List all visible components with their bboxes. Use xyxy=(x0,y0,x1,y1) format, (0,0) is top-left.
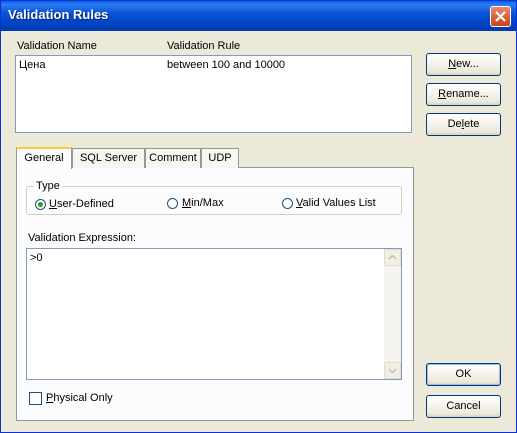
cancel-button[interactable]: Cancel xyxy=(426,395,501,418)
chevron-down-icon xyxy=(388,368,397,374)
scroll-up-button[interactable] xyxy=(384,249,401,266)
rename-button-label-rest: ename... xyxy=(446,88,489,100)
close-button[interactable] xyxy=(490,6,511,27)
physical-only-text-rest: hysical Only xyxy=(53,392,113,404)
validation-rules-dialog: Validation Rules Validation Name Validat… xyxy=(0,0,517,433)
rename-button-mnemonic: R xyxy=(438,88,447,100)
radio-valid-values-text-rest: alid Values List xyxy=(302,197,376,209)
physical-only-label[interactable]: Physical Only xyxy=(46,392,113,404)
radio-min-max-label[interactable]: Min/Max xyxy=(182,197,224,209)
ok-button[interactable]: OK xyxy=(426,363,501,386)
column-header-validation-name: Validation Name xyxy=(17,40,97,52)
radio-user-defined-circle[interactable] xyxy=(35,199,46,210)
chevron-up-icon xyxy=(388,254,397,260)
delete-button[interactable]: Delete xyxy=(426,113,501,136)
radio-selected-dot xyxy=(38,202,43,207)
tab-comment[interactable]: Comment xyxy=(145,148,201,168)
list-item[interactable]: Цена between 100 and 10000 xyxy=(16,58,411,72)
rename-button[interactable]: Rename... xyxy=(426,83,501,106)
tab-sql-server[interactable]: SQL Server xyxy=(72,148,145,168)
type-group-title: Type xyxy=(34,180,62,192)
new-button-label-rest: ew... xyxy=(456,58,479,70)
delete-button-label-rest: ete xyxy=(464,118,480,130)
validation-rules-list[interactable]: Цена between 100 and 10000 xyxy=(15,55,412,133)
radio-user-defined-label[interactable]: User-Defined xyxy=(49,198,114,210)
delete-button-label: De xyxy=(447,118,462,130)
close-icon xyxy=(495,11,506,22)
rule-expression-cell: between 100 and 10000 xyxy=(167,59,286,71)
rule-name-cell: Цена xyxy=(19,59,46,71)
radio-valid-values-list-circle[interactable] xyxy=(282,198,293,209)
vertical-scrollbar[interactable] xyxy=(384,249,401,379)
validation-expression-value: >0 xyxy=(30,252,43,264)
radio-user-defined-mnemonic: U xyxy=(49,198,57,210)
window-title: Validation Rules xyxy=(8,7,109,22)
radio-min-max-circle[interactable] xyxy=(167,198,178,209)
tab-udp[interactable]: UDP xyxy=(201,148,239,168)
column-header-validation-rule: Validation Rule xyxy=(167,40,241,52)
title-bar[interactable]: Validation Rules xyxy=(1,1,516,31)
radio-user-defined-text-rest: ser-Defined xyxy=(56,198,114,210)
new-button[interactable]: New... xyxy=(426,53,501,76)
radio-min-max-text-rest: in/Max xyxy=(191,197,224,209)
scroll-down-button[interactable] xyxy=(384,362,401,379)
validation-expression-label: Validation Expression: xyxy=(28,232,137,244)
radio-valid-values-list-label[interactable]: Valid Values List xyxy=(296,197,376,209)
validation-expression-textarea[interactable]: >0 xyxy=(26,248,402,380)
physical-only-checkbox[interactable] xyxy=(29,392,42,405)
new-button-mnemonic: N xyxy=(448,58,457,70)
radio-min-max-mnemonic: M xyxy=(182,197,192,209)
tab-general[interactable]: General xyxy=(16,147,72,169)
